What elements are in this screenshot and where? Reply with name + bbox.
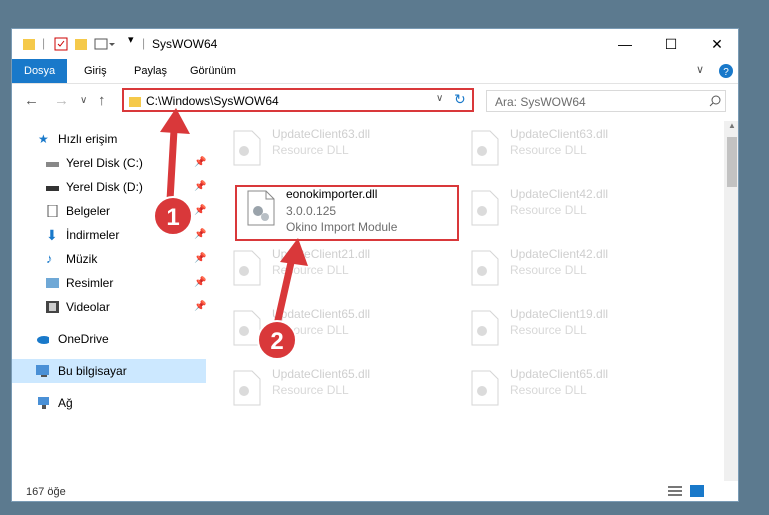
step-badge-1: 1 <box>153 196 193 236</box>
annotation-arrows <box>160 108 308 324</box>
step-badge-2: 2 <box>257 320 297 360</box>
